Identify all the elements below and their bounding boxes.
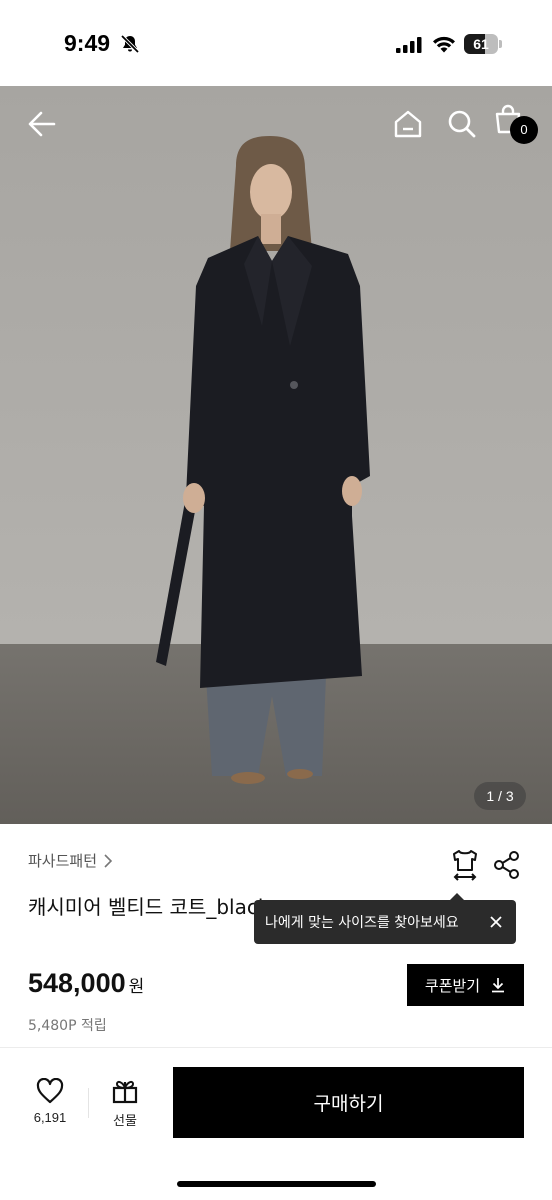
home-button[interactable] xyxy=(388,104,428,144)
battery-level: 61 xyxy=(473,36,489,52)
gift-label: 선물 xyxy=(113,1114,137,1129)
bell-slash-icon xyxy=(120,34,140,54)
back-button[interactable] xyxy=(22,104,62,144)
image-page-indicator: 1 / 3 xyxy=(474,782,526,810)
gift-button[interactable]: 선물 xyxy=(100,1078,150,1134)
search-button[interactable] xyxy=(442,104,482,144)
cart-count-badge: 0 xyxy=(510,116,538,144)
battery-icon: 61 xyxy=(464,34,502,54)
divider xyxy=(0,1047,552,1048)
price-value: 548,000 xyxy=(28,968,126,998)
status-time: 9:49 xyxy=(64,30,111,56)
back-arrow-icon xyxy=(28,111,56,137)
coupon-button[interactable]: 쿠폰받기 xyxy=(407,964,524,1006)
size-guide-button[interactable] xyxy=(450,848,480,882)
reward-points: 5,480P 적립 xyxy=(28,1018,107,1034)
coupon-label: 쿠폰받기 xyxy=(424,976,481,995)
price-unit: 원 xyxy=(128,977,145,997)
home-icon xyxy=(394,110,422,138)
share-button[interactable] xyxy=(492,850,522,880)
like-button[interactable]: 6,191 xyxy=(24,1078,76,1134)
wifi-icon xyxy=(433,36,455,53)
size-guide-icon xyxy=(453,850,477,881)
like-count: 6,191 xyxy=(33,1110,67,1125)
product-title: 캐시미어 벨티드 코트_black xyxy=(28,895,270,919)
download-icon xyxy=(492,978,505,993)
cart-button[interactable]: 0 xyxy=(494,104,538,148)
size-guide-tooltip: 나에게 맞는 사이즈를 찾아보세요 xyxy=(254,893,516,944)
signal-icon xyxy=(396,37,422,53)
brand-name: 파사드패턴 xyxy=(28,852,98,870)
product-photo xyxy=(0,86,552,824)
brand-link[interactable]: 파사드패턴 xyxy=(28,850,113,871)
heart-icon xyxy=(36,1078,64,1104)
status-bar: 9:49 61 xyxy=(0,0,552,86)
close-icon[interactable] xyxy=(486,912,506,932)
chevron-right-icon xyxy=(104,853,113,868)
divider xyxy=(88,1088,89,1118)
home-indicator xyxy=(177,1181,376,1187)
buy-button[interactable]: 구매하기 xyxy=(173,1067,524,1138)
share-icon xyxy=(494,851,519,879)
price: 548,000 원 xyxy=(28,968,144,999)
tooltip-text: 나에게 맞는 사이즈를 찾아보세요 xyxy=(265,915,459,931)
product-image-carousel[interactable]: 0 1 / 3 xyxy=(0,86,552,824)
search-icon xyxy=(448,110,476,138)
gift-icon xyxy=(112,1080,138,1104)
